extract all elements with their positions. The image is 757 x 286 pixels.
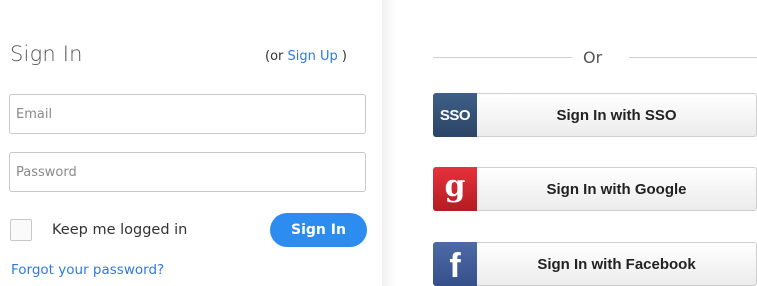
signup-prompt: (or Sign Up )	[265, 49, 347, 64]
or-label: Or	[583, 48, 603, 67]
or-line-right	[629, 57, 757, 58]
sign-in-with-facebook-button[interactable]: f Sign In with Facebook	[433, 242, 757, 286]
signup-suffix: )	[337, 49, 347, 64]
keep-logged-in-checkbox[interactable]	[10, 219, 32, 241]
panel-divider	[382, 0, 396, 286]
facebook-button-label: Sign In with Facebook	[537, 255, 696, 273]
sign-up-link[interactable]: Sign Up	[288, 49, 338, 64]
email-field[interactable]	[9, 94, 366, 134]
google-button-label: Sign In with Google	[546, 180, 687, 198]
sign-in-with-google-button[interactable]: g Sign In with Google	[433, 167, 757, 211]
sign-in-with-sso-button[interactable]: SSO Sign In with SSO	[433, 93, 757, 137]
signup-prefix: (or	[265, 49, 288, 64]
google-icon: g	[433, 167, 477, 211]
or-divider: Or	[433, 48, 757, 68]
password-field[interactable]	[9, 152, 366, 192]
keep-logged-in-row: Keep me logged in	[10, 219, 187, 241]
sso-icon: SSO	[433, 93, 477, 137]
page-title: Sign In	[10, 42, 83, 66]
keep-logged-in-label[interactable]: Keep me logged in	[52, 222, 187, 238]
sign-in-panel: Sign In (or Sign Up ) Keep me logged in …	[0, 0, 383, 286]
or-line-left	[433, 57, 572, 58]
sign-in-button[interactable]: Sign In	[270, 213, 367, 247]
forgot-password-link[interactable]: Forgot your password?	[11, 262, 164, 278]
sso-button-label: Sign In with SSO	[556, 106, 677, 124]
facebook-icon: f	[433, 242, 477, 286]
